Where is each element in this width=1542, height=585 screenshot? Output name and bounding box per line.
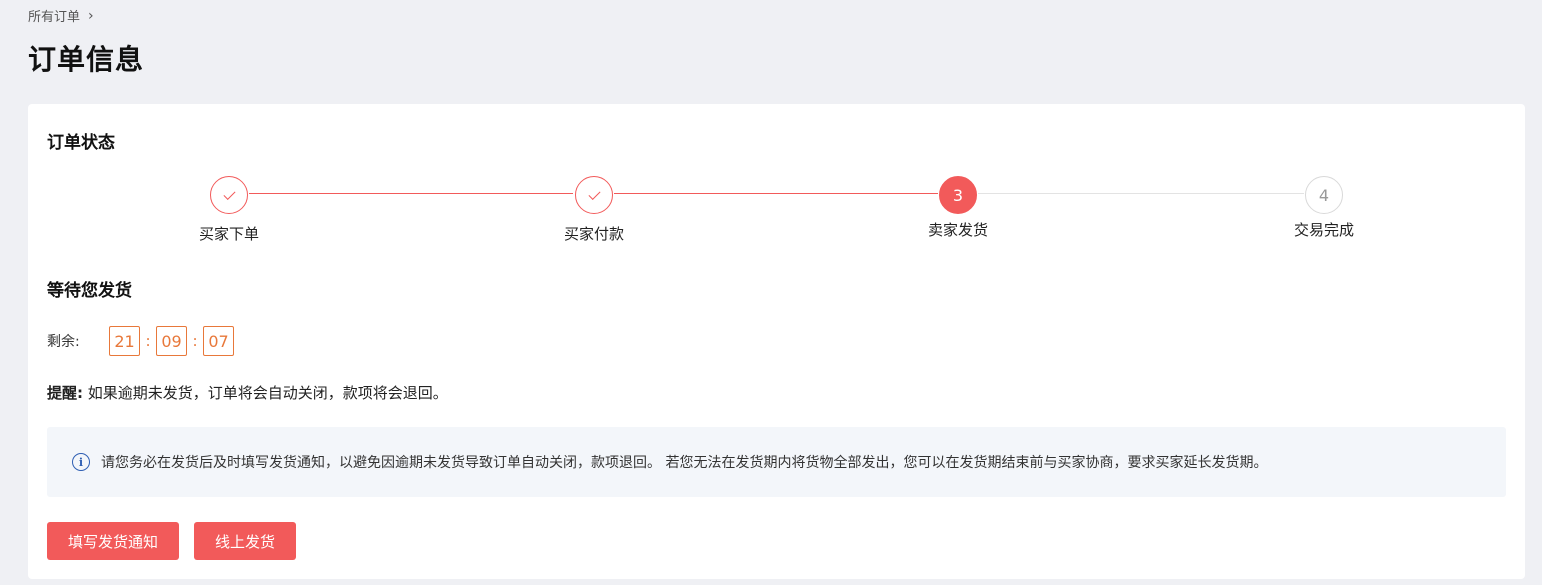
order-progress-steps: 买家下单 买家付款 3 卖家发货 4 交易完成	[28, 176, 1525, 246]
step-label: 交易完成	[1293, 221, 1354, 239]
notice-text: 请您务必在发货后及时填写发货通知，以避免因逾期未发货导致订单自动关闭，款项退回。…	[101, 455, 1268, 471]
chevron-right-icon: ›	[88, 7, 94, 24]
step-connector-3	[978, 193, 1304, 194]
step-connector-1	[249, 193, 573, 194]
step-number: 3	[939, 176, 977, 214]
step-connector-2	[614, 193, 938, 194]
info-icon: i	[72, 453, 90, 471]
remaining-label: 剩余:	[47, 334, 80, 350]
countdown-timer: 剩余: 21 : 09 : 07	[47, 326, 234, 356]
countdown-minutes: 09	[156, 326, 187, 356]
breadcrumb-all-orders-link[interactable]: 所有订单	[28, 6, 80, 25]
step-number: 4	[1305, 176, 1343, 214]
countdown-seconds: 07	[203, 326, 234, 356]
step-buyer-order: 买家下单	[169, 176, 289, 244]
waiting-title: 等待您发货	[47, 281, 132, 301]
check-icon	[575, 176, 613, 214]
check-icon	[210, 176, 248, 214]
page-title: 订单信息	[28, 43, 145, 76]
countdown-separator: :	[192, 332, 198, 350]
fill-shipping-notice-button[interactable]: 填写发货通知	[47, 522, 180, 560]
countdown-separator: :	[145, 332, 151, 350]
step-label: 买家下单	[198, 225, 259, 243]
countdown-hours: 21	[109, 326, 140, 356]
order-status-card: 订单状态 买家下单 买家付款 3 卖家发货 4 交易完成 等待您发货 剩余: 2…	[28, 104, 1525, 579]
action-buttons: 填写发货通知 线上发货	[47, 522, 297, 560]
step-label: 买家付款	[563, 225, 624, 243]
section-title-order-status: 订单状态	[47, 133, 115, 153]
step-label: 卖家发货	[927, 221, 988, 239]
reminder-label: 提醒:	[47, 384, 83, 402]
step-complete: 4 交易完成	[1264, 176, 1384, 240]
reminder: 提醒: 如果逾期未发货，订单将会自动关闭，款项将会退回。	[47, 382, 448, 403]
breadcrumb: 所有订单 ›	[28, 6, 94, 26]
reminder-text: 如果逾期未发货，订单将会自动关闭，款项将会退回。	[87, 384, 448, 402]
shipping-notice: i 请您务必在发货后及时填写发货通知，以避免因逾期未发货导致订单自动关闭，款项退…	[47, 427, 1506, 497]
online-ship-button[interactable]: 线上发货	[194, 522, 297, 560]
step-seller-ship: 3 卖家发货	[898, 176, 1018, 240]
step-buyer-pay: 买家付款	[534, 176, 654, 244]
